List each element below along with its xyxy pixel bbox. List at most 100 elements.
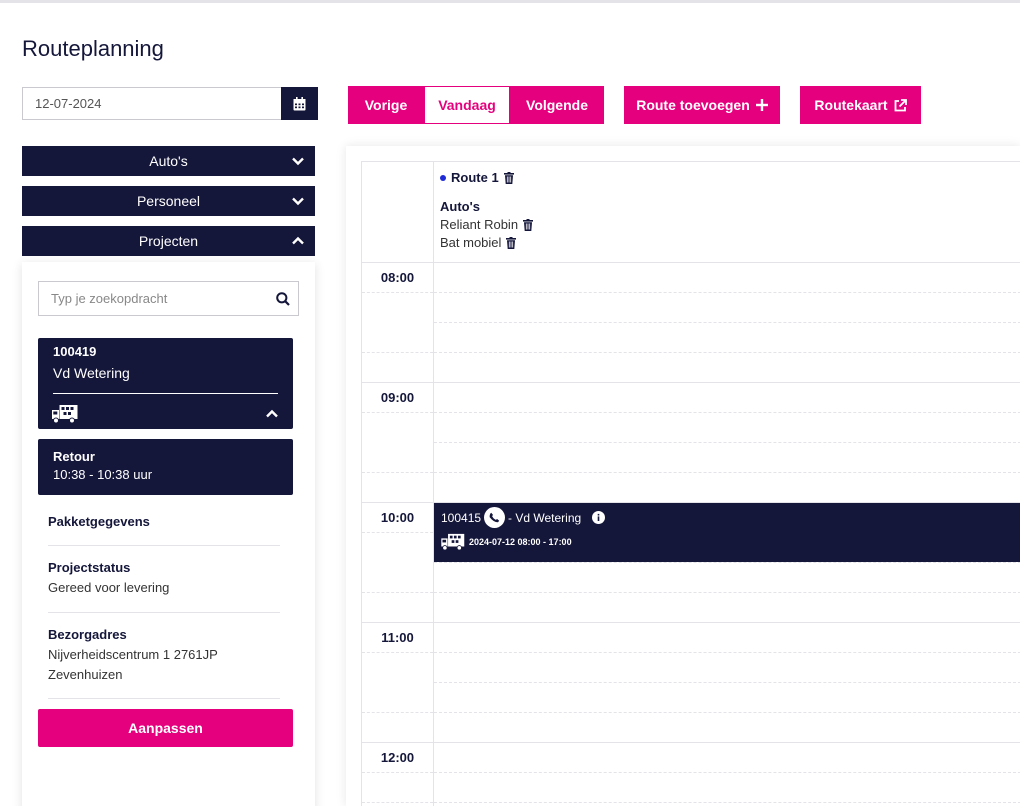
gutter-slot-line (362, 352, 433, 353)
routemap-label: Routekaart (814, 97, 888, 113)
add-route-button[interactable]: Route toevoegen (624, 86, 780, 124)
section-divider (48, 545, 280, 546)
address-line2: Zevenhuizen (48, 667, 123, 682)
date-input[interactable] (22, 87, 281, 120)
status-section: Projectstatus Gereed voor levering (48, 558, 280, 598)
route-name: Route 1 (451, 170, 499, 185)
calendar-grid: Route 1 Auto's Reliant Robin Bat mobiel (361, 161, 1020, 806)
slot-line (434, 592, 1020, 593)
project-name: Vd Wetering (53, 365, 130, 381)
gutter-slot-line (362, 412, 433, 413)
address-heading: Bezorgadres (48, 627, 127, 642)
hour-label: 10:00 (380, 510, 415, 525)
slot-line (434, 772, 1020, 773)
search-icon (276, 291, 290, 306)
phone-icon[interactable] (484, 507, 506, 528)
slot-line (434, 442, 1020, 443)
hour-line (362, 622, 1020, 623)
search-button[interactable] (268, 282, 298, 315)
edit-button[interactable]: Aanpassen (38, 709, 293, 747)
top-border (0, 0, 1020, 3)
car-name: Bat mobiel (440, 235, 502, 250)
calendar-container: Route 1 Auto's Reliant Robin Bat mobiel (346, 146, 1020, 806)
event-title-row: 100415 - Vd Wetering (441, 507, 606, 528)
gutter-slot-line (362, 592, 433, 593)
section-divider (48, 698, 280, 699)
route-car: Bat mobiel (440, 235, 533, 250)
plus-icon (755, 99, 768, 111)
prev-button[interactable]: Vorige (348, 86, 424, 124)
slot-line (434, 682, 1020, 683)
projects-panel: 100419 Vd Wetering Retour 10:38 - 10:38 … (22, 262, 315, 806)
slot-line (434, 802, 1020, 803)
project-number: 100419 (53, 344, 97, 359)
accordion-personnel[interactable]: Personeel (22, 186, 315, 216)
event-number: 100415 (441, 510, 482, 525)
project-search (38, 281, 299, 316)
trash-icon[interactable] (523, 218, 534, 231)
gutter-slot-line (362, 292, 433, 293)
add-route-label: Route toevoegen (636, 97, 750, 113)
slot-line (434, 292, 1020, 293)
truck-icon (441, 533, 465, 551)
hour-label: 08:00 (380, 270, 415, 285)
route-header: Route 1 Auto's Reliant Robin Bat mobiel (440, 170, 534, 250)
chevron-up-icon (292, 236, 304, 245)
slot-line (434, 412, 1020, 413)
accordion-projects-label: Projecten (138, 233, 199, 249)
chevron-up-icon[interactable] (265, 407, 279, 421)
day-navigation: Vorige Vandaag Volgende (348, 86, 604, 124)
info-icon[interactable] (592, 511, 606, 524)
slot-line (434, 712, 1020, 713)
trash-icon[interactable] (506, 236, 517, 249)
routemap-button[interactable]: Routekaart (800, 86, 921, 124)
slot-line (434, 472, 1020, 473)
gutter-slot-line (362, 532, 433, 533)
slot-line (434, 652, 1020, 653)
retour-time: 10:38 - 10:38 uur (53, 467, 153, 482)
address-section: Bezorgadres Nijverheidscentrum 1 2761JP … (48, 625, 280, 685)
accordion-projects[interactable]: Projecten (22, 226, 315, 256)
calendar-event[interactable]: 100415 - Vd Wetering 2024-07-12 08:00 - … (434, 503, 1020, 562)
gutter-slot-line (362, 652, 433, 653)
chevron-down-icon (292, 197, 304, 206)
event-name: - Vd Wetering (508, 510, 582, 525)
status-value: Gereed voor levering (48, 580, 170, 595)
routemap-group: Routekaart (800, 86, 921, 124)
accordion-autos-label: Auto's (149, 153, 188, 169)
calendar-button[interactable] (281, 87, 318, 120)
status-heading: Projectstatus (48, 560, 131, 575)
hour-line (362, 382, 1020, 383)
next-button[interactable]: Volgende (510, 86, 604, 124)
today-button[interactable]: Vandaag (424, 86, 510, 124)
accordion-personnel-label: Personeel (136, 193, 201, 209)
search-input[interactable] (39, 291, 268, 306)
retour-card[interactable]: Retour 10:38 - 10:38 uur (38, 439, 293, 495)
slot-line (434, 322, 1020, 323)
gutter-slot-line (362, 712, 433, 713)
trash-icon[interactable] (503, 171, 514, 184)
project-card[interactable]: 100419 Vd Wetering (38, 338, 293, 429)
card-divider (53, 393, 278, 394)
route-title: Route 1 (440, 170, 533, 185)
calendar-icon (293, 96, 306, 110)
header-divider (362, 262, 1020, 263)
package-heading: Pakketgegevens (48, 514, 150, 529)
date-picker (22, 87, 318, 120)
route-car: Reliant Robin (440, 217, 534, 232)
slot-line (434, 562, 1020, 563)
external-link-icon (894, 98, 907, 111)
accordion-autos[interactable]: Auto's (22, 146, 315, 176)
page-title: Routeplanning (22, 36, 164, 61)
gutter-slot-line (362, 802, 433, 803)
hour-label: 09:00 (380, 390, 415, 405)
event-time-row: 2024-07-12 08:00 - 17:00 (441, 533, 572, 551)
gutter-divider (433, 162, 434, 806)
add-route-group: Route toevoegen (624, 86, 780, 124)
event-datetime: 2024-07-12 08:00 - 17:00 (469, 537, 572, 547)
truck-icon (52, 405, 78, 424)
hour-label: 11:00 (381, 630, 414, 645)
package-section[interactable]: Pakketgegevens (48, 512, 280, 532)
route-autos-heading: Auto's (440, 199, 480, 214)
chevron-down-icon (292, 157, 304, 166)
